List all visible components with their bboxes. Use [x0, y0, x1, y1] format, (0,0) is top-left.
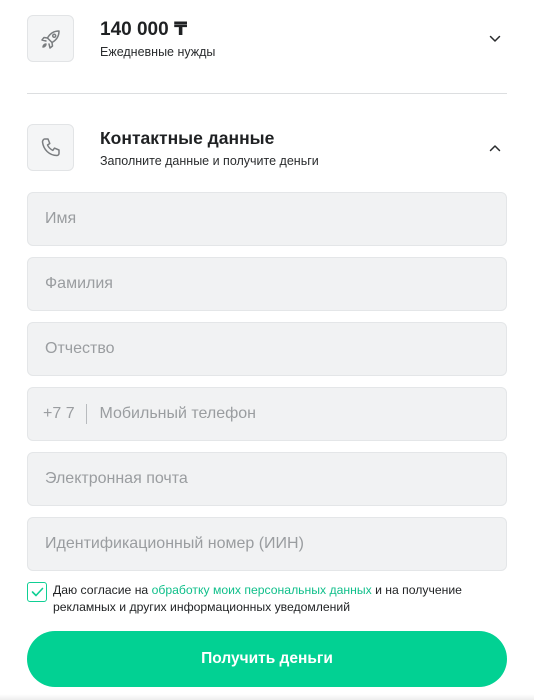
- bottom-shade: [0, 694, 534, 700]
- iin-field[interactable]: [27, 517, 507, 571]
- consent-text-before: Даю согласие на: [53, 583, 152, 597]
- phone-prefix: +7 7: [43, 405, 75, 422]
- loan-purpose: Ежедневные нужды: [100, 45, 216, 59]
- loan-amount: 140 000 ₸: [100, 19, 188, 40]
- phone-input[interactable]: [97, 404, 506, 424]
- first-name-field[interactable]: [27, 192, 507, 246]
- email-field[interactable]: [27, 452, 507, 506]
- last-name-input[interactable]: [43, 274, 506, 294]
- middle-name-field[interactable]: [27, 322, 507, 376]
- chevron-down-icon[interactable]: [487, 31, 503, 47]
- rocket-icon: [27, 15, 74, 62]
- first-name-input[interactable]: [43, 209, 506, 229]
- personal-data-link[interactable]: обработку моих персональных данных: [152, 583, 372, 597]
- chevron-up-icon[interactable]: [487, 140, 503, 156]
- get-money-button[interactable]: Получить деньги: [27, 631, 507, 687]
- phone-field[interactable]: +7 7: [27, 387, 507, 441]
- email-input[interactable]: [43, 469, 506, 489]
- check-icon: [31, 587, 43, 597]
- middle-name-input[interactable]: [43, 339, 506, 359]
- consent-checkbox[interactable]: [27, 582, 47, 602]
- phone-icon: [27, 124, 74, 171]
- contact-section-header: Контактные данные Заполните данные и пол…: [27, 124, 507, 172]
- consent-text: Даю согласие на обработку моих персональ…: [53, 582, 507, 616]
- contact-section-title: Контактные данные: [100, 128, 275, 148]
- section-divider: [27, 93, 507, 94]
- contact-section-subtitle: Заполните данные и получите деньги: [100, 154, 319, 168]
- last-name-field[interactable]: [27, 257, 507, 311]
- loan-section: 140 000 ₸ Ежедневные нужды: [27, 15, 507, 63]
- phone-prefix-separator: [85, 404, 87, 424]
- iin-input[interactable]: [43, 534, 506, 554]
